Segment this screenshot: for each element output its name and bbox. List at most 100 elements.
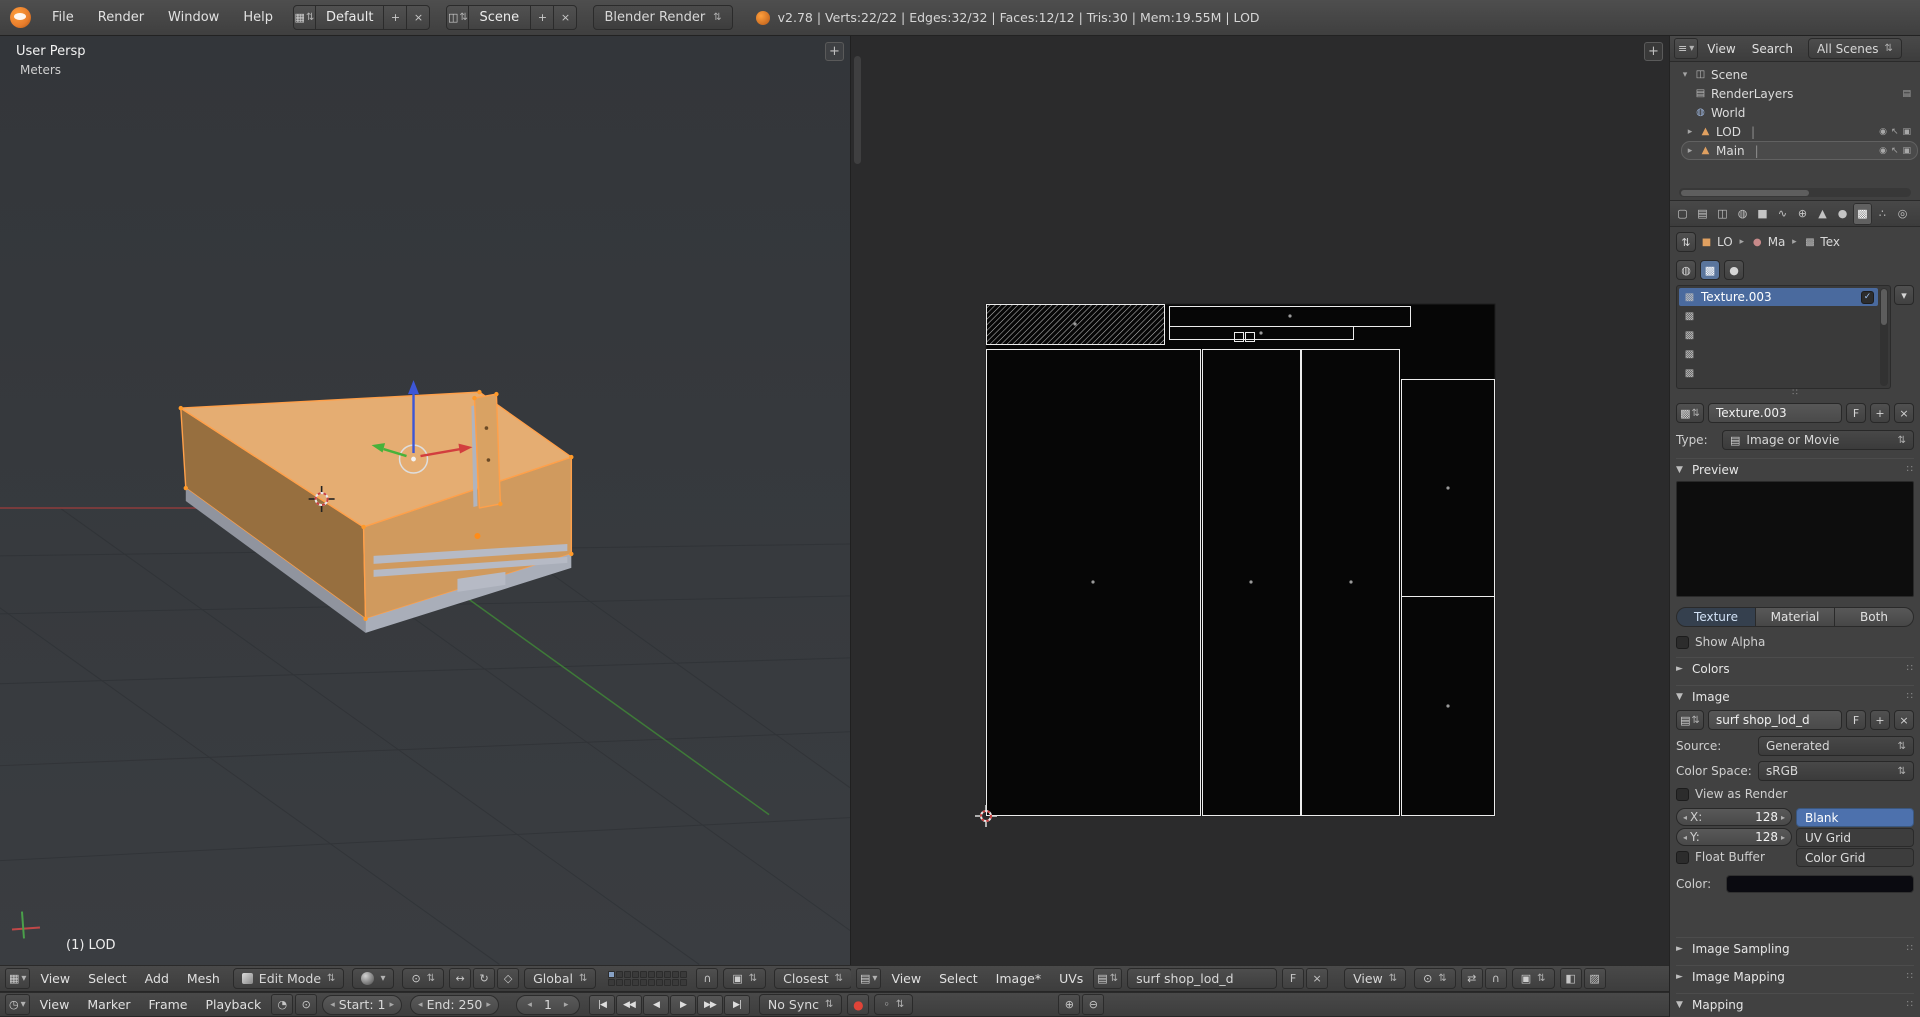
tab-constraints[interactable]: ∿	[1773, 203, 1792, 225]
other-texture-context-button[interactable]: ●	[1724, 260, 1744, 280]
show-alpha-checkbox[interactable]	[1676, 635, 1689, 649]
tab-world[interactable]: ◍	[1733, 203, 1752, 225]
preview-both-button[interactable]: Both	[1835, 607, 1914, 627]
generated-type-color-grid[interactable]: Color Grid	[1796, 848, 1914, 867]
screen-layout-add-button[interactable]: +	[384, 5, 408, 30]
outliner-item-world[interactable]: ◍ World	[1690, 103, 1918, 122]
region-expand-button[interactable]: +	[825, 42, 844, 61]
snap-toggle-magnet-icon[interactable]: ∩	[696, 968, 719, 989]
blender-logo-icon[interactable]	[10, 7, 31, 28]
generated-type-blank[interactable]: Blank	[1796, 808, 1914, 827]
manipulator-scale-button[interactable]: ◇	[497, 968, 520, 989]
expand-icon[interactable]: ▸	[1685, 146, 1695, 156]
image-browse-button[interactable]: ▤ ⇅	[1093, 968, 1123, 989]
panel-drag-icon[interactable]: ∷	[1907, 943, 1914, 954]
expand-icon[interactable]: ▾	[1680, 70, 1690, 80]
decrement-icon[interactable]: ◂	[330, 1000, 335, 1010]
tab-object-data[interactable]: ▲	[1813, 203, 1832, 225]
new-texture-button[interactable]: +	[1870, 403, 1890, 423]
editor-type-button[interactable]: ▤ ▾	[856, 968, 882, 989]
uv-sync-selection-button[interactable]: ⇄	[1460, 968, 1483, 989]
menu-frame[interactable]: Frame	[141, 997, 196, 1012]
layer-toggles[interactable]	[608, 971, 688, 986]
image-source-select[interactable]: Generated ⇅	[1758, 736, 1914, 756]
menu-search-outliner[interactable]: Search	[1745, 42, 1800, 56]
uv-draw-type-button[interactable]: ◧	[1559, 968, 1582, 989]
layer-toggle[interactable]	[624, 971, 632, 978]
manipulator-rotate-button[interactable]: ↻	[473, 968, 496, 989]
layer-toggle[interactable]	[672, 971, 680, 978]
menu-view-uv[interactable]: View	[883, 971, 929, 986]
increment-icon[interactable]: ▸	[1781, 813, 1785, 822]
tab-render[interactable]: ▢	[1673, 203, 1692, 225]
frame-start-field[interactable]: ◂ Start: 1 ▸	[322, 994, 403, 1015]
preview-range-toggle[interactable]: ◔	[271, 994, 294, 1015]
breadcrumb-material[interactable]: Ma	[1768, 235, 1786, 249]
layer-toggle[interactable]	[648, 971, 656, 978]
texture-type-select[interactable]: ▤ Image or Movie ⇅	[1722, 430, 1914, 450]
visibility-eye-icon[interactable]: ◉	[1879, 127, 1887, 137]
slot-specials-menu-button[interactable]: ▾	[1894, 285, 1914, 305]
keying-set-select[interactable]: ◦ ⇅	[874, 994, 914, 1015]
manipulator-translate-button[interactable]: ↔	[449, 968, 472, 989]
new-image-button[interactable]: +	[1870, 710, 1890, 730]
panel-drag-icon[interactable]: ∷	[1907, 971, 1914, 982]
previous-keyframe-button[interactable]: ◀◀	[615, 994, 642, 1015]
selectable-pointer-icon[interactable]: ↖	[1891, 127, 1899, 137]
menu-playback[interactable]: Playback	[197, 997, 269, 1012]
jump-to-end-button[interactable]: ▶|	[723, 994, 750, 1015]
panel-header-preview[interactable]: ▼ Preview ∷	[1676, 458, 1914, 478]
decrement-icon[interactable]: ◂	[527, 1000, 532, 1010]
layer-toggle[interactable]	[656, 971, 664, 978]
texture-slot-empty[interactable]: ▩	[1679, 307, 1878, 325]
float-buffer-checkbox[interactable]	[1676, 850, 1689, 864]
mesh-object-lod[interactable]	[178, 389, 574, 633]
next-keyframe-button[interactable]: ▶▶	[696, 994, 723, 1015]
menu-window[interactable]: Window	[157, 0, 230, 36]
render-engine-select[interactable]: Blender Render ⇅	[593, 5, 733, 30]
play-button[interactable]: ▶	[669, 994, 696, 1015]
menu-view-3d[interactable]: View	[32, 971, 78, 986]
editor-type-button[interactable]: ◷ ▾	[5, 994, 30, 1015]
texture-slot-empty[interactable]: ▩	[1679, 364, 1878, 382]
layer-toggle[interactable]	[624, 979, 632, 986]
visibility-eye-icon[interactable]: ◉	[1879, 146, 1887, 156]
slot-list-scrollbar[interactable]	[1880, 288, 1888, 386]
unlink-image-button[interactable]: ×	[1894, 710, 1914, 730]
outliner-horizontal-scrollbar[interactable]	[1679, 188, 1911, 197]
uv-pivot-select[interactable]: ⊙ ⇅	[1414, 968, 1456, 989]
viewport-3d[interactable]: User Persp Meters (1) LOD +	[0, 36, 851, 965]
preview-material-button[interactable]: Material	[1756, 607, 1835, 627]
viewport-shading-select[interactable]: ▾	[352, 968, 395, 989]
panel-drag-icon[interactable]: ∷	[1907, 691, 1914, 702]
menu-add-3d[interactable]: Add	[137, 971, 177, 986]
menu-mesh-3d[interactable]: Mesh	[179, 971, 228, 986]
auto-keyframe-record-button[interactable]: ●	[847, 994, 870, 1015]
menu-marker[interactable]: Marker	[79, 997, 138, 1012]
panel-header-image[interactable]: ▼ Image ∷	[1676, 685, 1914, 705]
jump-to-start-button[interactable]: |◀	[588, 994, 615, 1015]
increment-icon[interactable]: ▸	[1781, 833, 1785, 842]
screen-layout-name[interactable]: Default	[315, 5, 385, 30]
screen-layout-delete-button[interactable]: ×	[407, 5, 431, 30]
insert-keyframe-button[interactable]: ⊕	[1058, 994, 1081, 1015]
tab-modifiers[interactable]: ⊕	[1793, 203, 1812, 225]
menu-render[interactable]: Render	[87, 0, 155, 36]
preview-texture-button[interactable]: Texture	[1676, 607, 1756, 627]
unlink-image-button[interactable]: ×	[1306, 968, 1329, 989]
tab-scene[interactable]: ◫	[1713, 203, 1732, 225]
layer-toggle[interactable]	[632, 979, 640, 986]
menu-help[interactable]: Help	[232, 0, 284, 36]
panel-drag-icon[interactable]: ∷	[1907, 464, 1914, 475]
layer-toggle[interactable]	[672, 979, 680, 986]
sync-mode-select[interactable]: No Sync ⇅	[758, 994, 843, 1015]
renderable-camera-icon[interactable]: ▣	[1902, 146, 1911, 156]
display-mode-select[interactable]: View ⇅	[1344, 968, 1407, 989]
decrement-icon[interactable]: ◂	[1683, 833, 1687, 842]
panel-drag-icon[interactable]: ∷	[1907, 663, 1914, 674]
menu-file[interactable]: File	[41, 0, 85, 36]
panel-header-image-mapping[interactable]: ► Image Mapping ∷	[1676, 965, 1914, 985]
uv-image-editor[interactable]: +	[851, 36, 1669, 965]
layer-toggle[interactable]	[680, 971, 688, 978]
decrement-icon[interactable]: ◂	[418, 1000, 423, 1010]
